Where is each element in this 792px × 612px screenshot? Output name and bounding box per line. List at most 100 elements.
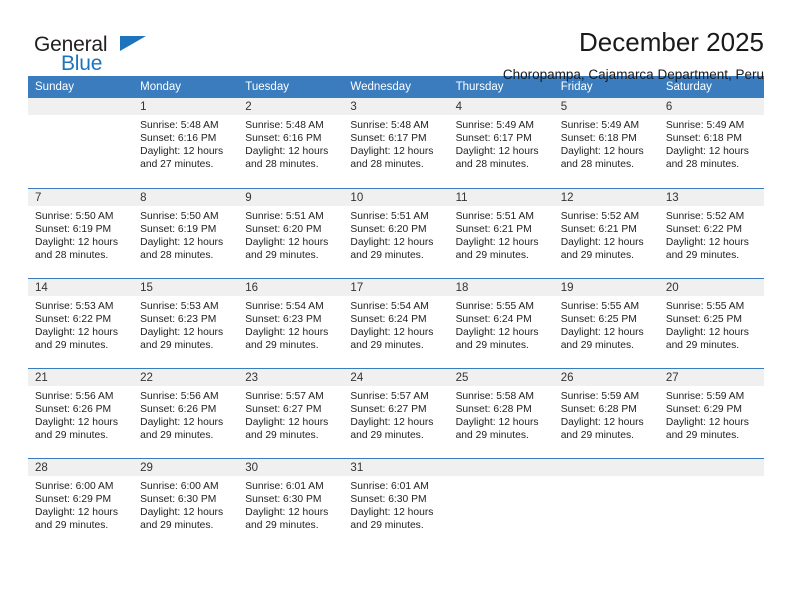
- general-blue-logo[interactable]: General Blue: [28, 26, 158, 78]
- sunrise-text: Sunrise: 5:55 AM: [455, 300, 534, 312]
- calendar-day-cell[interactable]: 24 Sunrise: 5:57 AM Sunset: 6:27 PM Dayligh…: [343, 367, 449, 458]
- daylight-text-line2: and 29 minutes.: [665, 249, 740, 261]
- daylight-text-line1: Daylight: 12 hours: [140, 146, 224, 158]
- day-number: 17: [343, 278, 449, 296]
- daylight-text-line2: and 29 minutes.: [665, 339, 740, 351]
- sunrise-text: Sunrise: 5:48 AM: [140, 120, 219, 131]
- day-number: 13: [658, 188, 764, 206]
- calendar-day-cell[interactable]: 8 Sunrise: 5:50 AM Sunset: 6:19 PM Daylight…: [133, 187, 239, 278]
- sunrise-text: Sunrise: 5:59 AM: [665, 390, 745, 402]
- calendar-day-cell[interactable]: 21 Sunrise: 5:56 AM Sunset: 6:26 PM Dayligh…: [28, 367, 134, 458]
- day-number: [448, 458, 554, 476]
- sunset-text: Sunset: 6:16 PM: [140, 133, 217, 145]
- daylight-text-line1: Daylight: 12 hours: [350, 236, 434, 248]
- calendar-body: 1 Sunrise: 5:48 AM Sunset: 6:16 PM Daylight…: [28, 98, 764, 548]
- day-details: Sunrise: 5:57 AM Sunset: 6:27 PM Daylight:…: [343, 386, 448, 442]
- sunrise-text: Sunrise: 5:53 AM: [140, 300, 219, 312]
- calendar-day-cell[interactable]: 28 Sunrise: 6:00 AM Sunset: 6:29 PM Dayligh…: [28, 457, 134, 548]
- day-number: 16: [238, 278, 344, 296]
- day-number: 28: [28, 458, 134, 476]
- daylight-text-line1: Daylight: 12 hours: [560, 146, 644, 158]
- calendar-day-cell[interactable]: 9 Sunrise: 5:51 AM Sunset: 6:20 PM Daylight…: [238, 187, 344, 278]
- sunrise-text: Sunrise: 5:49 AM: [455, 120, 534, 131]
- daylight-text-line2: and 27 minutes.: [140, 159, 214, 171]
- calendar-day-cell[interactable]: 6 Sunrise: 5:49 AM Sunset: 6:18 PM Daylight…: [658, 98, 764, 188]
- logo-text-blue: Blue: [61, 52, 103, 75]
- daylight-text-line2: and 28 minutes.: [245, 159, 319, 171]
- calendar-day-cell[interactable]: 18 Sunrise: 5:55 AM Sunset: 6:24 PM Dayligh…: [448, 277, 554, 368]
- calendar-day-cell[interactable]: 4 Sunrise: 5:49 AM Sunset: 6:17 PM Daylight…: [448, 98, 554, 188]
- calendar-day-cell[interactable]: 19 Sunrise: 5:55 AM Sunset: 6:25 PM Dayligh…: [553, 277, 659, 368]
- calendar-day-cell[interactable]: 29 Sunrise: 6:00 AM Sunset: 6:30 PM Dayligh…: [133, 457, 239, 548]
- weekday-header-tuesday: Tuesday: [238, 76, 344, 98]
- calendar-day-cell[interactable]: 27 Sunrise: 5:59 AM Sunset: 6:29 PM Dayligh…: [658, 367, 764, 458]
- calendar-day-cell[interactable]: 5 Sunrise: 5:49 AM Sunset: 6:18 PM Daylight…: [553, 98, 659, 188]
- sunset-text: Sunset: 6:27 PM: [350, 403, 427, 415]
- calendar-day-cell[interactable]: 16 Sunrise: 5:54 AM Sunset: 6:23 PM Dayligh…: [238, 277, 344, 368]
- daylight-text-line1: Daylight: 12 hours: [665, 326, 749, 338]
- daylight-text-line2: and 28 minutes.: [665, 159, 740, 171]
- day-number: 27: [658, 368, 764, 386]
- day-number: [28, 98, 134, 115]
- sunrise-text: Sunrise: 5:49 AM: [665, 120, 745, 131]
- day-number: 31: [343, 458, 449, 476]
- calendar-day-cell[interactable]: 30 Sunrise: 6:01 AM Sunset: 6:30 PM Dayligh…: [238, 457, 344, 548]
- calendar-day-cell[interactable]: 3 Sunrise: 5:48 AM Sunset: 6:17 PM Daylight…: [343, 98, 449, 188]
- sunrise-text: Sunrise: 5:48 AM: [350, 120, 429, 131]
- sunset-text: Sunset: 6:24 PM: [455, 313, 532, 325]
- daylight-text-line2: and 29 minutes.: [560, 429, 634, 441]
- calendar-day-cell[interactable]: 26 Sunrise: 5:59 AM Sunset: 6:28 PM Dayligh…: [553, 367, 659, 458]
- calendar-day-cell[interactable]: 11 Sunrise: 5:51 AM Sunset: 6:21 PM Dayligh…: [448, 187, 554, 278]
- calendar-day-cell[interactable]: 10 Sunrise: 5:51 AM Sunset: 6:20 PM Dayligh…: [343, 187, 449, 278]
- day-details: Sunrise: 5:50 AM Sunset: 6:19 PM Daylight:…: [28, 206, 133, 262]
- calendar-page: General Blue December 2025 Choropampa, C…: [0, 0, 792, 612]
- day-details: Sunrise: 5:55 AM Sunset: 6:25 PM Daylight:…: [659, 296, 764, 352]
- calendar-day-cell[interactable]: 23 Sunrise: 5:57 AM Sunset: 6:27 PM Dayligh…: [238, 367, 344, 458]
- sunset-text: Sunset: 6:18 PM: [665, 133, 742, 145]
- sunset-text: Sunset: 6:21 PM: [560, 223, 637, 235]
- sunrise-text: Sunrise: 5:50 AM: [140, 210, 219, 222]
- day-number: 18: [448, 278, 554, 296]
- calendar-day-cell[interactable]: 17 Sunrise: 5:54 AM Sunset: 6:24 PM Dayligh…: [343, 277, 449, 368]
- calendar-day-cell[interactable]: 7 Sunrise: 5:50 AM Sunset: 6:19 PM Daylight…: [28, 187, 134, 278]
- calendar-day-cell-empty: [658, 457, 764, 548]
- daylight-text-line1: Daylight: 12 hours: [665, 236, 749, 248]
- day-number: 21: [28, 368, 134, 386]
- calendar-day-cell[interactable]: 22 Sunrise: 5:56 AM Sunset: 6:26 PM Dayligh…: [133, 367, 239, 458]
- calendar-day-cell[interactable]: 15 Sunrise: 5:53 AM Sunset: 6:23 PM Dayligh…: [133, 277, 239, 368]
- day-details: Sunrise: 5:52 AM Sunset: 6:22 PM Daylight:…: [659, 206, 764, 262]
- day-number: 3: [343, 98, 449, 115]
- weekday-header-wednesday: Wednesday: [343, 76, 449, 98]
- sunset-text: Sunset: 6:24 PM: [350, 313, 427, 325]
- sunrise-text: Sunrise: 5:49 AM: [560, 120, 640, 131]
- day-number: 4: [448, 98, 554, 115]
- calendar-day-cell[interactable]: 1 Sunrise: 5:48 AM Sunset: 6:16 PM Daylight…: [133, 98, 239, 188]
- sunrise-text: Sunrise: 5:54 AM: [350, 300, 429, 312]
- day-details: Sunrise: 5:51 AM Sunset: 6:20 PM Daylight:…: [343, 206, 448, 262]
- page-header: General Blue December 2025 Choropampa, C…: [28, 0, 764, 82]
- day-details: Sunrise: 5:55 AM Sunset: 6:25 PM Daylight:…: [554, 296, 659, 352]
- calendar-day-cell[interactable]: 25 Sunrise: 5:58 AM Sunset: 6:28 PM Dayligh…: [448, 367, 554, 458]
- daylight-text-line1: Daylight: 12 hours: [35, 326, 118, 338]
- daylight-text-line1: Daylight: 12 hours: [455, 326, 539, 338]
- daylight-text-line2: and 29 minutes.: [245, 429, 319, 441]
- sunrise-text: Sunrise: 5:50 AM: [35, 210, 114, 222]
- daylight-text-line1: Daylight: 12 hours: [140, 326, 224, 338]
- day-number: 12: [553, 188, 659, 206]
- sunset-text: Sunset: 6:25 PM: [560, 313, 637, 325]
- calendar-day-cell[interactable]: 12 Sunrise: 5:52 AM Sunset: 6:21 PM Dayligh…: [553, 187, 659, 278]
- calendar-week-row: 1 Sunrise: 5:48 AM Sunset: 6:16 PM Daylight…: [28, 98, 764, 188]
- day-number: 26: [553, 368, 659, 386]
- sunrise-text: Sunrise: 5:52 AM: [665, 210, 745, 222]
- daylight-text-line2: and 29 minutes.: [560, 339, 634, 351]
- calendar-day-cell[interactable]: 13 Sunrise: 5:52 AM Sunset: 6:22 PM Dayligh…: [658, 187, 764, 278]
- day-details: Sunrise: 5:50 AM Sunset: 6:19 PM Daylight:…: [133, 206, 238, 262]
- day-details: Sunrise: 5:48 AM Sunset: 6:17 PM Daylight:…: [343, 115, 448, 171]
- calendar-day-cell[interactable]: 31 Sunrise: 6:01 AM Sunset: 6:30 PM Dayligh…: [343, 457, 449, 548]
- calendar-day-cell[interactable]: 20 Sunrise: 5:55 AM Sunset: 6:25 PM Dayligh…: [658, 277, 764, 368]
- day-details: Sunrise: 5:51 AM Sunset: 6:20 PM Daylight:…: [238, 206, 343, 262]
- daylight-text-line2: and 28 minutes.: [140, 249, 214, 261]
- calendar-week-row: 7 Sunrise: 5:50 AM Sunset: 6:19 PM Daylight…: [28, 187, 764, 278]
- calendar-day-cell[interactable]: 2 Sunrise: 5:48 AM Sunset: 6:16 PM Daylight…: [238, 98, 344, 188]
- calendar-day-cell[interactable]: 14 Sunrise: 5:53 AM Sunset: 6:22 PM Dayligh…: [28, 277, 134, 368]
